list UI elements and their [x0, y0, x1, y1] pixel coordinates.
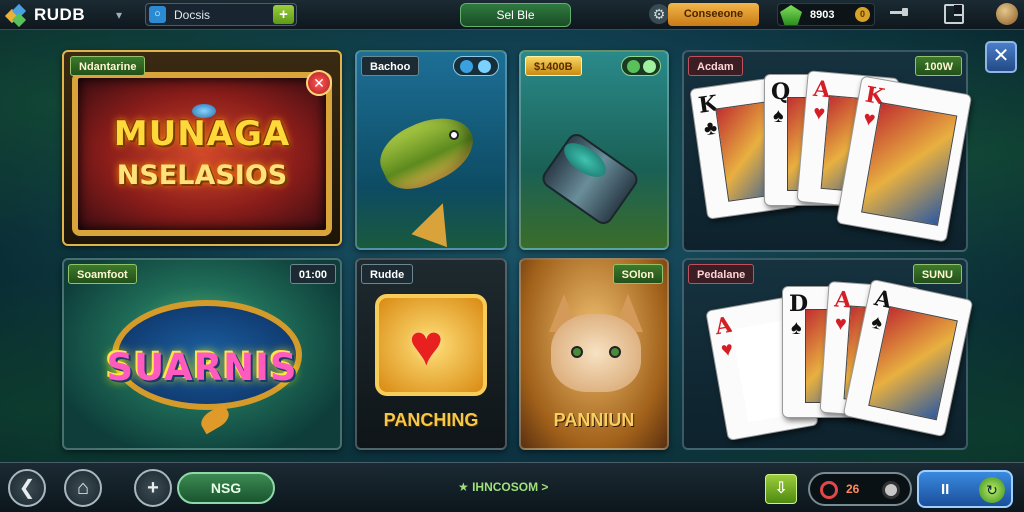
card-suit: ♥ [719, 337, 735, 362]
logo-text: RUDB [34, 5, 86, 24]
cat-eye-icon [571, 346, 583, 358]
game-tile-1[interactable]: MUNAGA NSELASIOS Ndantarine ✕ [62, 50, 342, 246]
play-button[interactable]: II ↻ [917, 470, 1013, 508]
game-title: SUARNIS [106, 346, 298, 389]
slider-icon[interactable] [890, 8, 908, 16]
gem-icon [780, 5, 802, 25]
card-suit: ♠ [791, 317, 802, 339]
game-tile-5[interactable]: Soamfoot 01:00 SUARNIS [62, 258, 342, 450]
tile-frame [72, 72, 332, 236]
tile-label: Soamfoot [68, 264, 137, 284]
card-panel-2[interactable]: Pedalane SUNU A ♥ D ♠ A ♥ A ♠ [682, 258, 974, 450]
record-icon [882, 481, 900, 499]
card-art [861, 102, 958, 226]
tile-label: Pedalane [688, 264, 755, 284]
tile-label: Ndantarine [70, 56, 146, 76]
download-button[interactable]: ⇩ [765, 474, 797, 504]
gem-balance[interactable]: 8903 0 [777, 3, 875, 26]
game-tile-7[interactable]: SOlon PANNIUN [519, 258, 669, 450]
app-logo[interactable]: RUDB [4, 3, 86, 28]
window-icon[interactable] [944, 4, 964, 24]
card-suit: ♥ [861, 107, 878, 132]
game-title-line1: MUNAGA [113, 114, 291, 154]
tile-badge: SUNU [912, 264, 962, 284]
gold-button[interactable]: Conseeone [668, 3, 759, 26]
logo-icon [4, 3, 28, 28]
back-button[interactable]: ❮ [8, 469, 46, 507]
close-icon[interactable]: ✕ [306, 70, 332, 96]
chevron-down-icon[interactable]: ▾ [116, 8, 122, 22]
add-button[interactable]: + [134, 469, 172, 507]
score-pill[interactable]: 26 [808, 472, 912, 506]
top-bar: RUDB ▾ ○ Docsis + Sel Ble ⚙ Conseeone 89… [0, 0, 1024, 30]
target-icon [820, 481, 838, 499]
refresh-icon: ↻ [979, 477, 1005, 503]
home-button[interactable]: ⌂ [64, 469, 102, 507]
tile-label: Acdam [688, 56, 743, 76]
card-panel-1[interactable]: Acdam 100W K ♣ Q ♠ A ♥ K ♥ [682, 50, 973, 252]
cat-eye-icon [609, 346, 621, 358]
card-rank: A [712, 311, 735, 341]
close-button[interactable]: ✕ [985, 41, 1017, 73]
card-suit: ♠ [773, 105, 784, 127]
arrow-left-icon: ❮ [18, 477, 36, 499]
nsg-button[interactable]: NSG [177, 472, 275, 504]
heart-icon: ♥ [409, 313, 444, 378]
fish-eye-icon [449, 130, 459, 140]
game-title: PANNIUN [553, 410, 635, 430]
tile-badge: 100W [915, 56, 962, 76]
tile-label: Rudde [361, 264, 414, 284]
toggle-icon[interactable] [453, 56, 499, 76]
play-label: II [941, 481, 950, 498]
plus-button[interactable]: + [273, 5, 294, 24]
tile-label: Bachoo [361, 56, 420, 76]
home-icon: ⌂ [76, 477, 90, 499]
mid-button[interactable]: Sel Ble [460, 3, 571, 27]
fish-icon [370, 104, 484, 200]
coin-icon: 0 [855, 7, 870, 22]
tile-label: SOlon [612, 264, 663, 284]
card-suit: ♥ [812, 101, 827, 125]
game-title: PANCHING [383, 410, 479, 430]
tile-badge: 01:00 [289, 264, 336, 284]
game-tile-2[interactable]: Bachoo [355, 50, 507, 250]
search-icon: ○ [149, 6, 166, 23]
can-icon [538, 130, 642, 228]
gear-icon[interactable]: ⚙ [649, 4, 669, 24]
search-input[interactable]: ○ Docsis + [145, 3, 297, 26]
bottom-bar: ❮ ⌂ + NSG ★ IHNCOSOM > ⇩ 26 II ↻ [0, 462, 1024, 512]
gem-value: 8903 [810, 9, 835, 21]
avatar[interactable] [996, 3, 1018, 25]
tile-label: $1400B [525, 56, 582, 76]
card-suit: ♥ [833, 312, 848, 336]
search-text: Docsis [174, 8, 211, 22]
ticker-text[interactable]: ★ IHNCOSOM > [458, 480, 548, 494]
cat-face-icon [551, 314, 641, 392]
download-icon: ⇩ [774, 480, 788, 497]
game-title-line2: NSELASIOS [116, 160, 288, 191]
score-value: 26 [846, 482, 860, 496]
toggle-icon[interactable] [621, 56, 661, 76]
plus-icon: + [147, 477, 159, 499]
fish-tail-icon [411, 197, 460, 248]
game-tile-3[interactable]: $1400B [519, 50, 669, 250]
card-suit: ♠ [869, 310, 885, 335]
game-tile-6[interactable]: Rudde ♥ PANCHING [355, 258, 507, 450]
